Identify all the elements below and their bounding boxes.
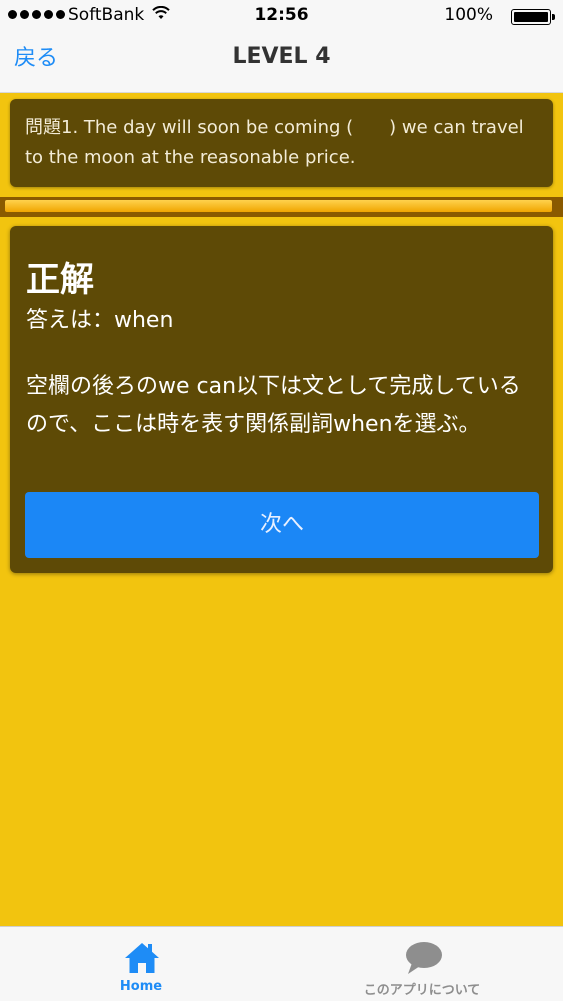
speech-bubble-icon bbox=[406, 942, 442, 974]
tab-bar: Home このアプリについて bbox=[0, 926, 563, 1001]
question-text: 問題1. The day will soon be coming ( ) we … bbox=[25, 117, 524, 168]
top-bar: SoftBank 12:56 100% 戻る LEVEL 4 bbox=[0, 0, 563, 93]
tab-home-label: Home bbox=[119, 979, 163, 994]
battery-percent: 100% bbox=[444, 5, 493, 25]
home-icon bbox=[125, 943, 159, 973]
answer-text: 答えは：when bbox=[26, 308, 174, 333]
battery-icon bbox=[511, 9, 555, 25]
explanation-text: 空欄の後ろのwe can以下は文として完成しているので、ここは時を表す関係副詞w… bbox=[26, 374, 521, 437]
question-box: 問題1. The day will soon be coming ( ) we … bbox=[10, 99, 553, 187]
page-title: LEVEL 4 bbox=[232, 44, 331, 69]
answer-panel: 正解 答えは：when 空欄の後ろのwe can以下は文として完成しているので、… bbox=[10, 226, 553, 573]
next-button[interactable]: 次へ bbox=[25, 492, 539, 558]
tab-about-app[interactable]: このアプリについて bbox=[322, 927, 522, 1001]
tab-home[interactable]: Home bbox=[41, 927, 241, 1001]
progress-fill bbox=[5, 200, 552, 212]
status-bar: SoftBank 12:56 100% bbox=[0, 0, 563, 32]
result-heading: 正解 bbox=[26, 260, 94, 300]
progress-bar bbox=[0, 197, 563, 217]
tab-about-label: このアプリについて bbox=[363, 983, 481, 998]
